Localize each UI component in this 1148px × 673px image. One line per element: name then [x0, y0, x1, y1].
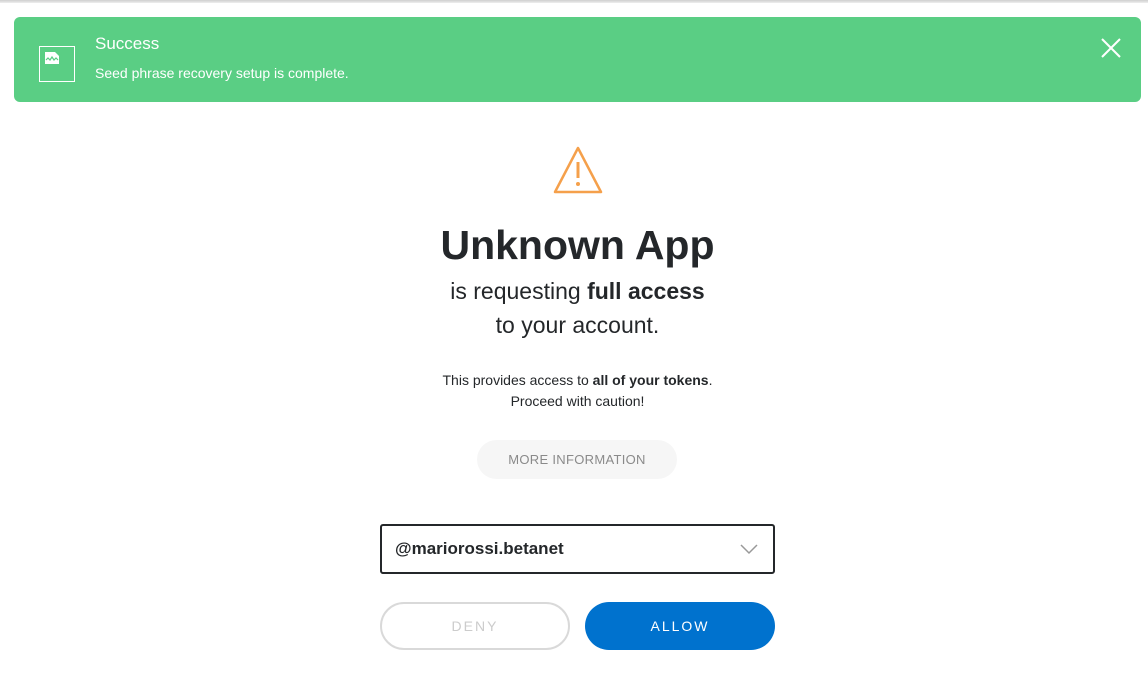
info-text: This provides access to: [442, 372, 593, 388]
chevron-down-icon: [740, 544, 758, 555]
request-text: is requesting: [450, 278, 588, 304]
caution-text: Proceed with caution!: [510, 393, 645, 409]
close-icon[interactable]: [1099, 36, 1123, 60]
top-border: [0, 0, 1148, 3]
image-icon: [39, 46, 75, 82]
request-line-2: to your account.: [495, 312, 660, 338]
toast-message: Seed phrase recovery setup is complete.: [95, 65, 349, 81]
app-name: Unknown App: [440, 222, 715, 268]
info-suffix: .: [708, 372, 713, 388]
account-select[interactable]: @mariorossi.betanet: [380, 524, 775, 574]
deny-button[interactable]: DENY: [380, 602, 570, 650]
access-level: full access: [587, 278, 705, 304]
info-line-1: This provides access to all of your toke…: [0, 372, 1148, 388]
toast-title: Success: [95, 34, 160, 53]
request-line-1: is requesting full access: [0, 278, 1148, 305]
account-value: @mariorossi.betanet: [395, 539, 564, 558]
allow-button[interactable]: ALLOW: [585, 602, 775, 650]
info-strong: all of your tokens: [592, 372, 709, 388]
more-information-button[interactable]: MORE INFORMATION: [477, 440, 677, 479]
success-toast: Success Seed phrase recovery setup is co…: [14, 17, 1141, 102]
warning-triangle-icon: [552, 145, 604, 195]
